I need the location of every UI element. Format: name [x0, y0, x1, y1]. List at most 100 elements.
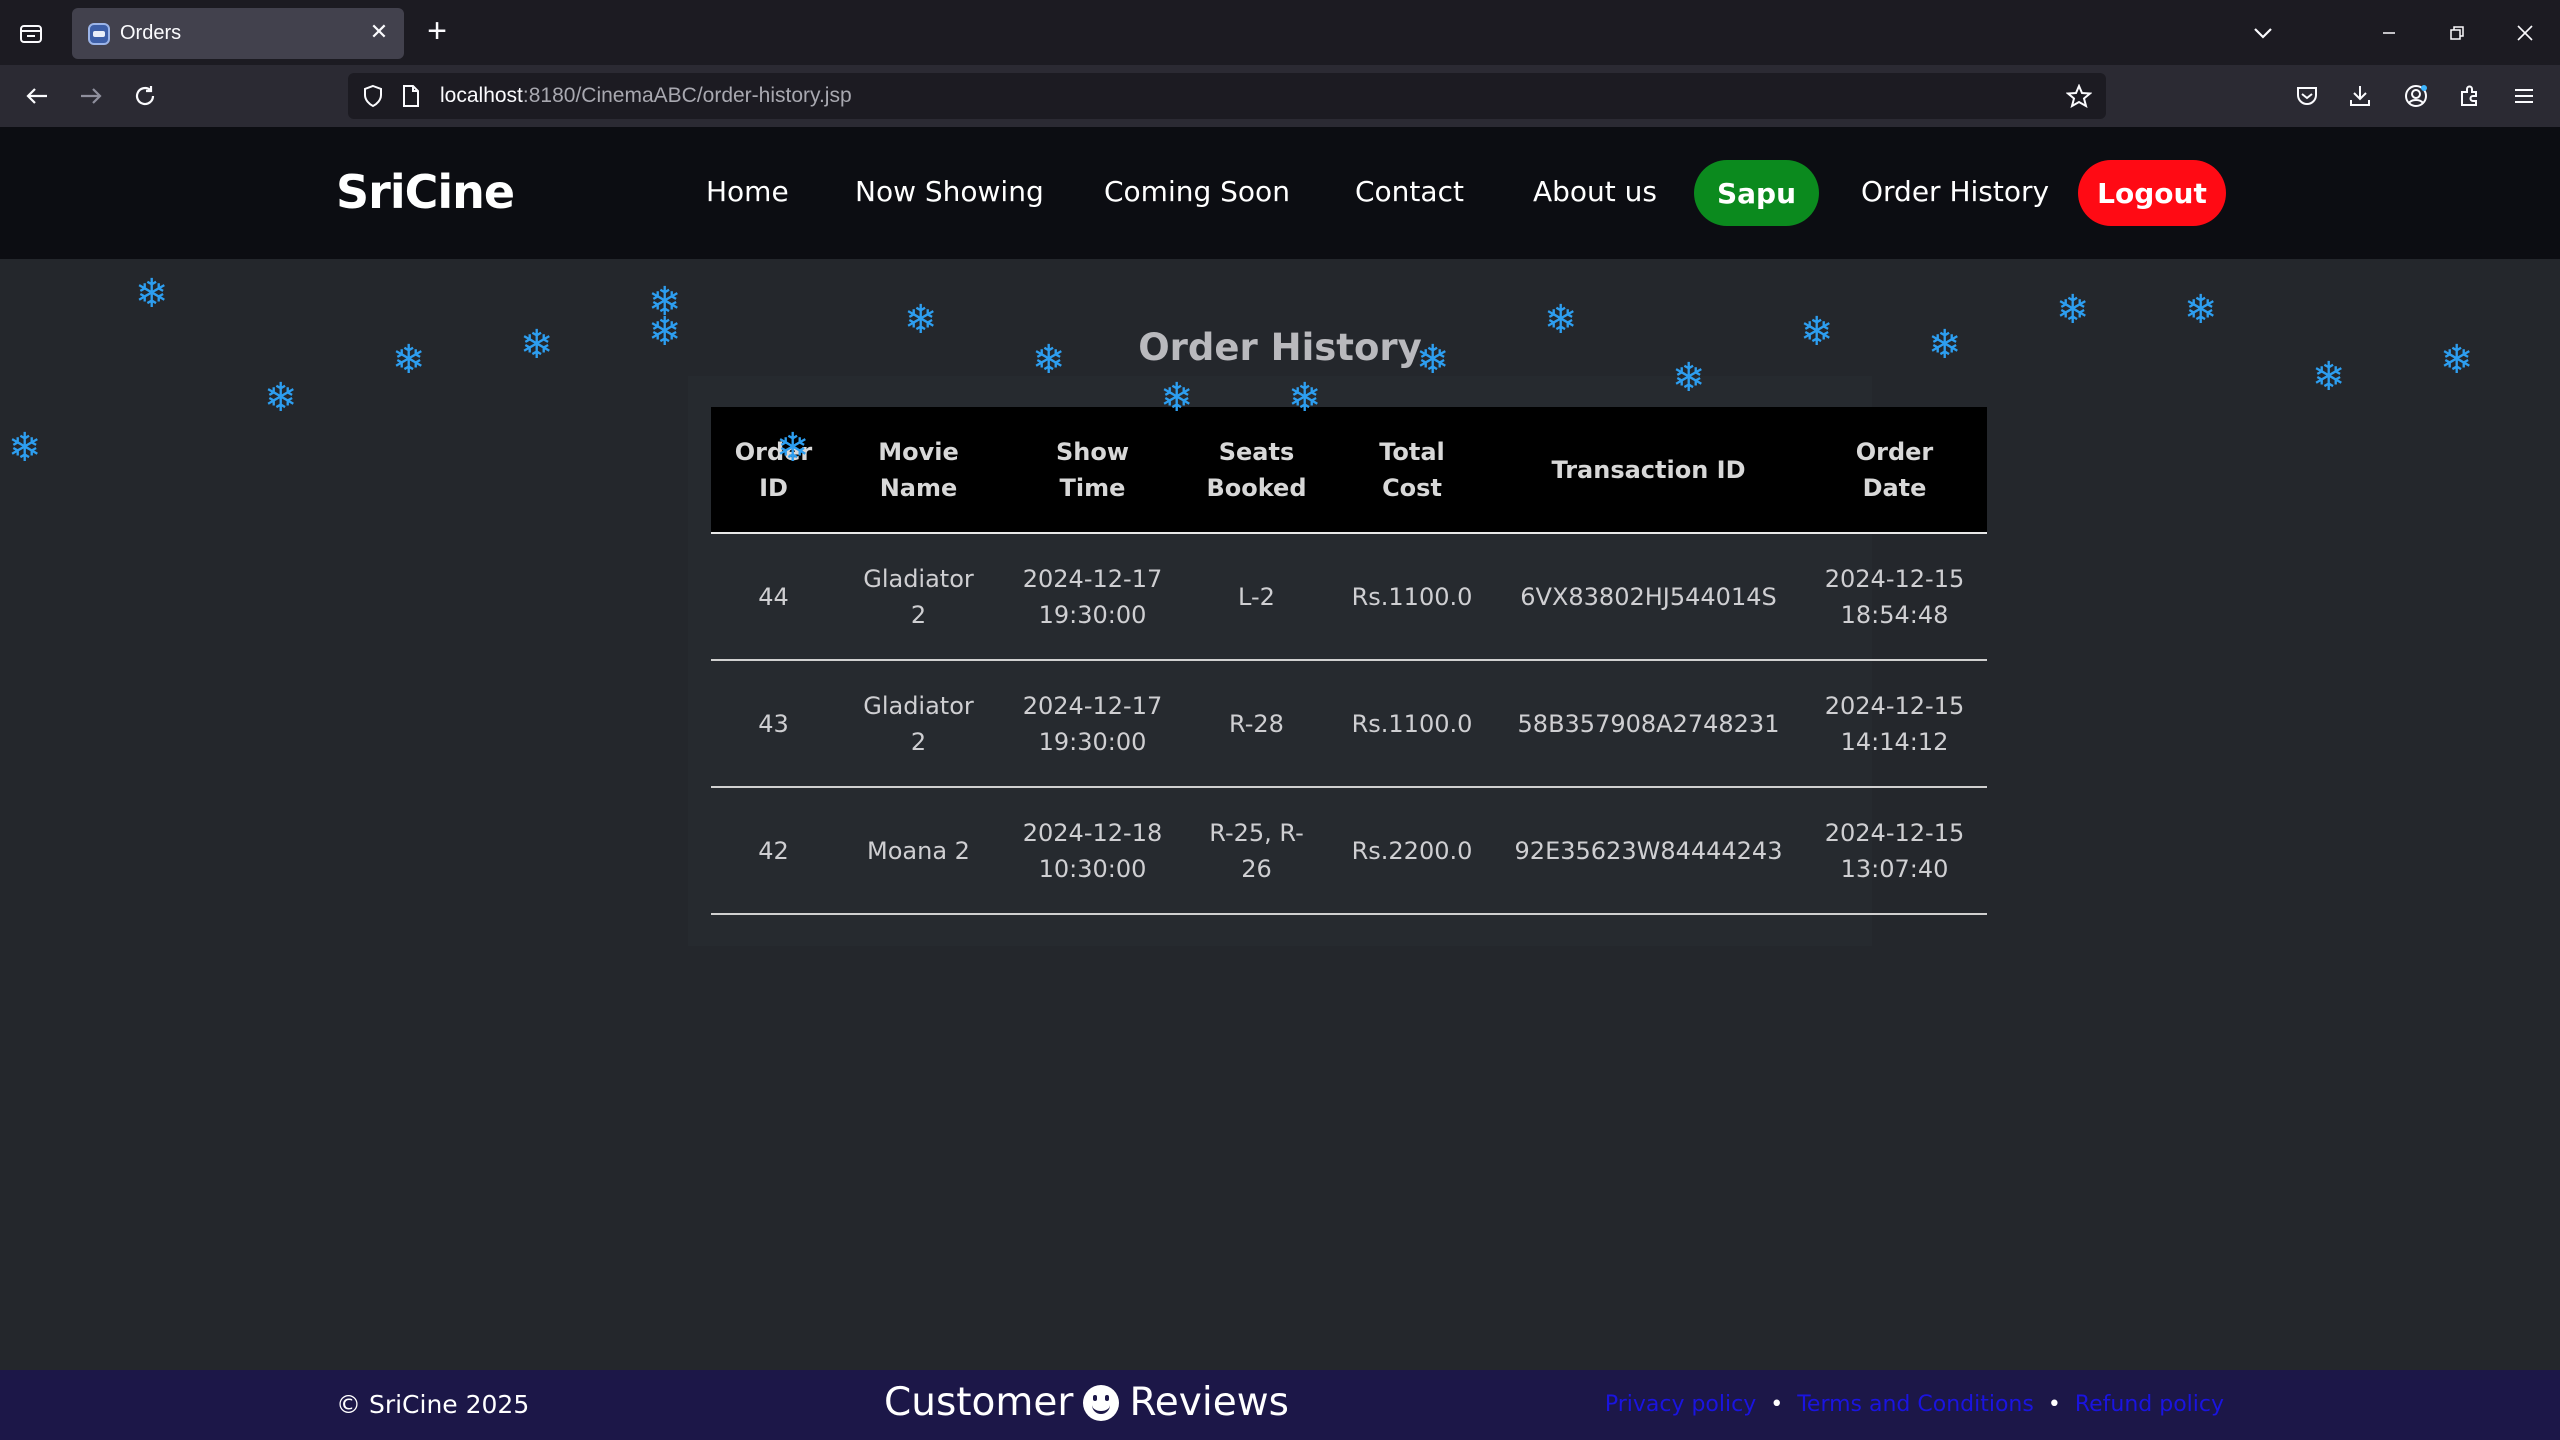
- transaction-id-cell: 6VX83802HJ544014S: [1495, 533, 1802, 661]
- user-profile-button[interactable]: Sapu: [1694, 160, 1819, 226]
- order-id-cell: 43: [711, 660, 836, 788]
- table-row: 42 Moana 2 2024-12-18 10:30:00 R-25, R-26…: [711, 787, 1987, 915]
- order-date-cell: 2024-12-15 18:54:48: [1802, 533, 1987, 661]
- snowflake-icon: ❄: [8, 425, 42, 471]
- snowflake-icon: ❄: [520, 322, 554, 368]
- movie-name-cell: Gladiator 2: [836, 660, 1001, 788]
- footer-separator: •: [1770, 1392, 1784, 1417]
- snowflake-icon: ❄: [1800, 309, 1834, 355]
- seats-cell: R-25, R-26: [1184, 787, 1329, 915]
- browser-tab-orders[interactable]: Orders ✕: [72, 8, 404, 59]
- show-time-cell: 2024-12-17 19:30:00: [1001, 660, 1184, 788]
- snowflake-icon: ❄: [392, 337, 426, 383]
- movie-name-cell: Gladiator 2: [836, 533, 1001, 661]
- pocket-icon: [2297, 87, 2317, 105]
- order-date-cell: 2024-12-15 13:07:40: [1802, 787, 1987, 915]
- footer-links: Privacy policy • Terms and Conditions • Refu…: [1605, 1392, 2224, 1417]
- nav-coming-soon-link[interactable]: Coming Soon: [1104, 175, 1290, 208]
- nav-now-showing-link[interactable]: Now Showing: [855, 175, 1044, 208]
- url-path: :8180/CinemaABC/order-history.jsp: [522, 84, 852, 107]
- nav-about-link[interactable]: About us: [1533, 175, 1657, 208]
- snowflake-icon: ❄: [1288, 375, 1322, 421]
- bookmark-star-icon[interactable]: [2066, 84, 2092, 108]
- logout-button[interactable]: Logout: [2078, 160, 2226, 226]
- snowflake-icon: ❄: [648, 309, 682, 355]
- header-order-date: Order Date: [1802, 407, 1987, 534]
- snowflake-icon: ❄: [2312, 354, 2346, 400]
- snowflake-icon: ❄: [1160, 375, 1194, 421]
- nav-contact-link[interactable]: Contact: [1355, 175, 1464, 208]
- nav-home-link[interactable]: Home: [706, 175, 789, 208]
- page-favicon-icon: [88, 23, 110, 45]
- close-window-button[interactable]: [2502, 10, 2548, 56]
- refund-policy-link[interactable]: Refund policy: [2075, 1392, 2224, 1417]
- page-icon[interactable]: [402, 84, 420, 108]
- orders-table: Order ID Movie Name Show Time Seats Booked T…: [711, 407, 1987, 915]
- forward-button[interactable]: [73, 78, 109, 114]
- snowflake-icon: ❄: [1544, 297, 1578, 343]
- shield-icon[interactable]: [362, 84, 384, 108]
- movie-name-cell: Moana 2: [836, 787, 1001, 915]
- page-title: Order History: [1138, 326, 1422, 369]
- footer-separator: •: [2047, 1392, 2061, 1417]
- smiley-icon: [1083, 1384, 1120, 1421]
- snowflake-icon: ❄: [1928, 322, 1962, 368]
- site-logo[interactable]: SriCine: [336, 165, 515, 219]
- list-all-tabs-button[interactable]: [2240, 10, 2286, 56]
- reload-icon: [135, 86, 155, 106]
- snowflake-icon: ❄: [904, 297, 938, 343]
- show-time-cell: 2024-12-18 10:30:00: [1001, 787, 1184, 915]
- tab-close-icon[interactable]: ✕: [366, 20, 392, 46]
- restore-button[interactable]: [2434, 10, 2480, 56]
- transaction-id-cell: 58B357908A2748231: [1495, 660, 1802, 788]
- address-bar[interactable]: localhost:8180/CinemaABC/order-history.j…: [348, 73, 2106, 119]
- cost-cell: Rs.1100.0: [1329, 660, 1495, 788]
- extensions-button[interactable]: [2452, 78, 2488, 114]
- seats-cell: R-28: [1184, 660, 1329, 788]
- minimize-icon: [2383, 32, 2395, 34]
- snowflake-icon: ❄: [1672, 355, 1706, 401]
- minimize-button[interactable]: [2366, 10, 2412, 56]
- url-text: localhost:8180/CinemaABC/order-history.j…: [440, 84, 852, 108]
- header-transaction-id: Transaction ID: [1495, 407, 1802, 534]
- show-time-cell: 2024-12-17 19:30:00: [1001, 533, 1184, 661]
- privacy-policy-link[interactable]: Privacy policy: [1605, 1392, 1756, 1417]
- reload-button[interactable]: [127, 78, 163, 114]
- header-seats-booked: Seats Booked: [1184, 407, 1329, 534]
- order-date-cell: 2024-12-15 14:14:12: [1802, 660, 1987, 788]
- table-row: 44 Gladiator 2 2024-12-17 19:30:00 L-2 Rs.…: [711, 533, 1987, 661]
- terms-link[interactable]: Terms and Conditions: [1797, 1392, 2034, 1417]
- order-id-cell: 42: [711, 787, 836, 915]
- site-header: SriCine Home Now Showing Coming Soon Con…: [0, 127, 2560, 259]
- customer-reviews-link[interactable]: Customer Reviews: [884, 1380, 1289, 1425]
- download-icon: [2350, 86, 2370, 106]
- cost-cell: Rs.2200.0: [1329, 787, 1495, 915]
- tab-list-button[interactable]: [14, 16, 48, 50]
- header-total-cost: Total Cost: [1329, 407, 1495, 534]
- snowflake-icon: ❄: [776, 425, 810, 471]
- restore-icon: [2450, 26, 2464, 40]
- snowflake-icon: ❄: [2056, 287, 2090, 333]
- new-tab-button[interactable]: +: [420, 14, 454, 48]
- cost-cell: Rs.1100.0: [1329, 533, 1495, 661]
- snowflake-icon: ❄: [2440, 337, 2474, 383]
- snowflake-icon: ❄: [1032, 337, 1066, 383]
- downloads-button[interactable]: [2342, 78, 2378, 114]
- order-id-cell: 44: [711, 533, 836, 661]
- nav-order-history-link[interactable]: Order History: [1861, 175, 2049, 208]
- browser-nav-bar: localhost:8180/CinemaABC/order-history.j…: [0, 65, 2560, 127]
- browser-tab-bar: Orders ✕ +: [0, 0, 2560, 65]
- pocket-button[interactable]: [2289, 78, 2325, 114]
- account-button[interactable]: [2398, 78, 2434, 114]
- puzzle-icon: [2461, 85, 2477, 106]
- seats-cell: L-2: [1184, 533, 1329, 661]
- tab-title: Orders: [120, 22, 182, 44]
- back-button[interactable]: [19, 78, 55, 114]
- tab-list-icon: [20, 25, 42, 43]
- header-order-id: Order ID: [711, 407, 836, 534]
- chevron-down-icon: [2254, 28, 2272, 39]
- menu-button[interactable]: [2506, 78, 2542, 114]
- reviews-label-right: Reviews: [1129, 1380, 1289, 1425]
- transaction-id-cell: 92E35623W84444243: [1495, 787, 1802, 915]
- table-header-row: Order ID Movie Name Show Time Seats Booked T…: [711, 407, 1987, 534]
